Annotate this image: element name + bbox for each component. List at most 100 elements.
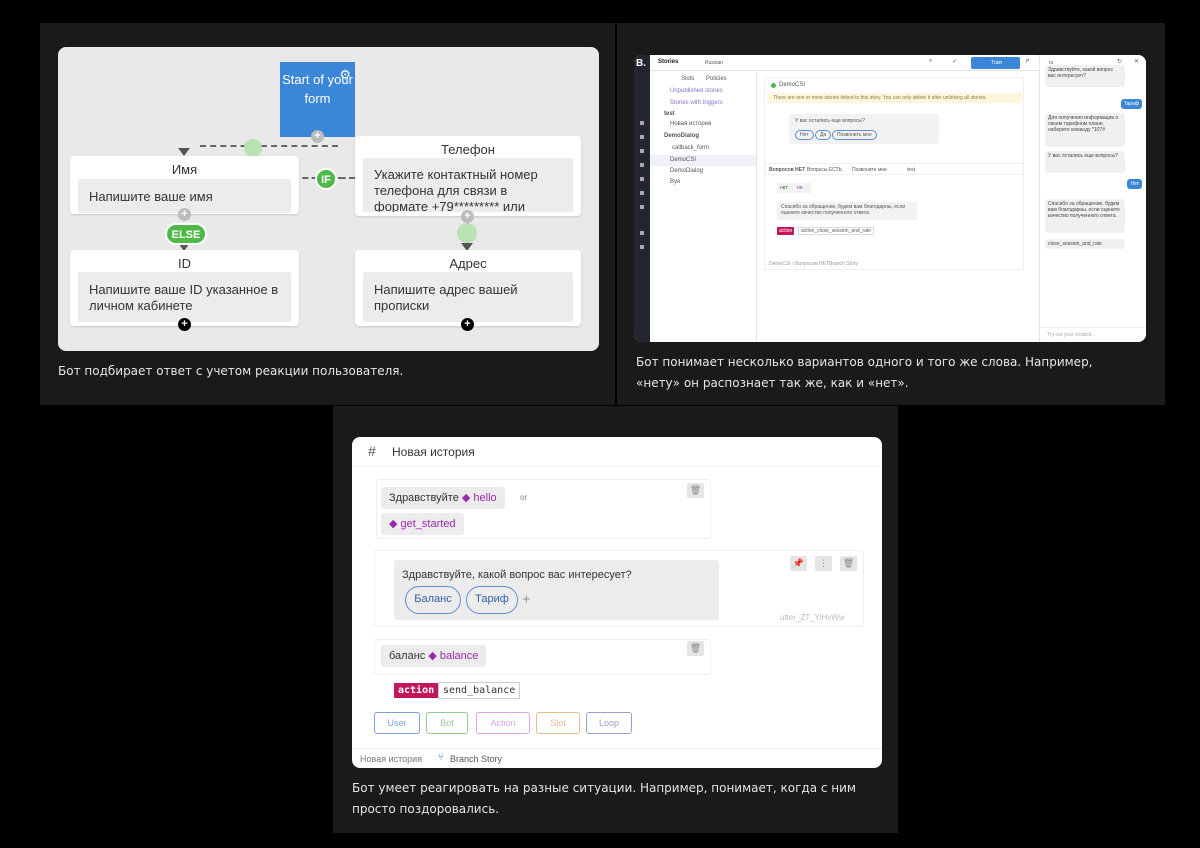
connector-line [200,145,338,147]
story-screenshot: # Новая история Здравствуйте ◆ hello or … [352,437,882,768]
delete-icon[interactable]: 🗑 [840,556,857,571]
add-action-button[interactable]: Action [476,712,530,734]
stories-label: Stories [658,59,679,65]
branch-tab[interactable]: test [907,167,915,173]
nav-icon[interactable] [640,205,644,209]
node-id[interactable]: ID Напишите ваше ID указанное в личном к… [70,250,299,326]
hash-icon: # [368,443,376,459]
tree-item[interactable]: Новая история [670,121,711,127]
action-badge: action [394,683,439,698]
train-button[interactable]: Train [971,57,1020,69]
tab-policies[interactable]: Policies [706,76,727,82]
intent-name: balance [439,650,479,662]
share-icon[interactable]: ↱ [1025,58,1030,65]
story-name[interactable]: Новая история [392,445,475,459]
nav-icon[interactable] [640,245,644,249]
close-icon[interactable]: ✕ [1134,58,1139,65]
add-bot-button[interactable]: Bot [426,712,468,734]
bot-reply: Спасибо за обращение, будем вам благодар… [777,202,917,220]
tree-item[interactable]: DemoDialog [670,168,703,174]
quick-reply[interactable]: Да [815,130,832,140]
add-loop-button[interactable]: Loop [586,712,632,734]
arrow-down-icon [178,148,190,156]
nav-icon[interactable] [640,163,644,167]
node-message: Укажите контактный номер телефона для св… [363,158,573,212]
branch-tab[interactable]: Вопросов НЕТ [769,167,805,173]
warning-bar: There are one or more stories linked to … [767,93,1022,103]
utter-id: utter_ZT_YiHvWw [780,613,845,622]
nav-icon[interactable] [640,121,644,125]
quick-reply-tariff[interactable]: Тариф [466,586,518,614]
node-name[interactable]: Имя Напишите ваше имя [70,156,299,214]
user-utterance[interactable]: ◆ get_started [381,513,464,535]
bot-reply-text: Спасибо за обращение, будем вам благодар… [781,204,906,216]
intent-tag: ◆ balance [428,650,479,662]
tree-item[interactable]: test [664,111,675,117]
quick-reply-balance[interactable]: Баланс [405,586,461,614]
nav-icon[interactable] [640,231,644,235]
tree-item[interactable]: Bye [670,179,680,185]
else-badge[interactable]: ELSE [165,223,207,245]
user-text: нет [780,185,788,191]
gear-icon[interactable]: ⚙ [339,65,351,84]
start-node[interactable]: Start of your form ⚙ [280,62,355,137]
quick-reply[interactable]: Нет [795,130,814,140]
branch-tab[interactable]: Вопросы ЕСТЬ [807,167,842,173]
nav-icon[interactable] [640,191,644,195]
tree-item[interactable]: callback_form [672,145,709,151]
chat-bot-message: Спасибо за обращение, будем вам благодар… [1045,199,1125,233]
branch-tab[interactable]: Позвоните мне [852,167,887,173]
add-button-icon[interactable]: + [522,591,531,608]
chat-user-message: Тариф [1120,99,1142,109]
story-tree: Slots Policies Unpublished stories Stori… [650,71,757,342]
stories-screenshot: B. Stories Russian ⌕ ✓ Train ↱ Slots Pol… [634,55,1146,342]
node-message: Напишите адрес вашей прописки [363,272,573,322]
pin-icon[interactable]: 📌 [790,556,807,571]
tree-item[interactable]: Stories with triggers [670,100,723,106]
footer-story-name: Новая история [360,754,423,764]
language-select[interactable]: Russian [705,60,723,66]
or-label: or [520,493,528,502]
panel-form-flow: Start of your form ⚙ + Имя Напишите ваше… [40,23,615,405]
branch-story-button[interactable]: Branch Story [829,261,858,267]
quick-reply[interactable]: Позвонить мне [832,130,877,140]
tab-slots[interactable]: Slots [681,76,694,82]
caption: Бот подбирает ответ с учетом реакции пол… [58,364,404,378]
add-node-icon[interactable]: + [311,130,324,143]
nav-icon[interactable] [640,149,644,153]
user-utterance[interactable]: Здравствуйте ◆ hello [381,487,505,509]
train-label: Train [991,60,1003,66]
tree-item[interactable]: Unpublished stories [670,88,723,94]
add-node-icon[interactable]: + [461,318,474,331]
node-message: Напишите ваше ID указанное в личном каби… [78,272,291,322]
delete-icon[interactable]: 🗑 [687,483,704,498]
delete-icon[interactable]: 🗑 [687,641,704,656]
add-node-icon[interactable]: + [461,210,474,223]
tree-item-selected[interactable] [650,155,756,166]
add-node-icon[interactable]: + [178,318,191,331]
search-icon[interactable]: ⌕ [929,58,932,65]
node-title: ID [178,256,191,271]
tree-item[interactable]: DemoCSI [670,157,696,163]
more-icon[interactable]: ⋮ [815,556,832,571]
refresh-icon[interactable]: ↻ [1117,58,1122,65]
action-name: action_close_session_and_rate [798,227,875,235]
node-title: Телефон [441,142,495,157]
user-utterance: нет no [777,183,811,193]
if-badge[interactable]: IF [315,168,337,190]
user-utterance[interactable]: баланс ◆ balance [381,645,487,667]
tree-item[interactable]: DemoDialog [664,133,699,139]
nav-icon[interactable] [640,177,644,181]
add-node-icon[interactable]: + [178,208,191,221]
bot-text: Здравствуйте, какой вопрос вас интересуе… [402,569,632,581]
bot-message: У вас остались еще вопросы? Нет Да Позво… [789,114,939,144]
check-icon[interactable]: ✓ [952,58,957,65]
nav-icon[interactable] [640,135,644,139]
add-user-button[interactable]: User [374,712,420,734]
add-slot-button[interactable]: Slot [536,712,580,734]
chat-input[interactable]: Try out your chatbot... [1040,327,1146,342]
branch-story-button[interactable]: Branch Story [450,754,502,764]
node-address[interactable]: Адрес Напишите адрес вашей прописки [355,250,581,326]
node-phone[interactable]: Телефон Укажите контактный номер телефон… [355,136,581,216]
chat-placeholder: Try out your chatbot... [1047,332,1096,338]
